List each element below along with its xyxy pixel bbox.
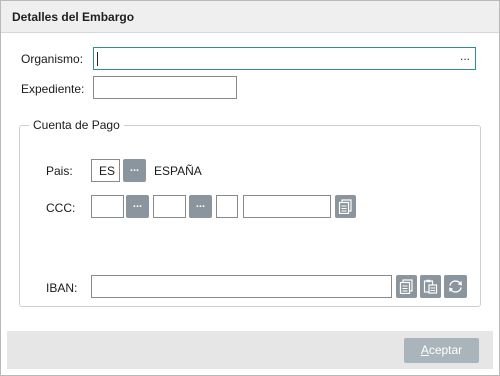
pais-code-value: ES: [99, 164, 116, 178]
cuenta-de-pago-legend: Cuenta de Pago: [29, 118, 124, 132]
expediente-label: Expediente:: [21, 82, 85, 96]
ccc-entidad-lookup-button[interactable]: ...: [126, 195, 149, 218]
iban-copy-button[interactable]: [396, 275, 417, 298]
ccc-oficina-input[interactable]: [153, 195, 186, 218]
iban-refresh-button[interactable]: [444, 275, 467, 298]
embargo-dialog: Detalles del Embargo Organismo: ... Expe…: [0, 0, 500, 376]
accept-mnemonic: A: [420, 343, 429, 357]
ccc-copy-button[interactable]: [335, 195, 356, 218]
pais-lookup-button[interactable]: ...: [123, 159, 146, 182]
copy-icon: [338, 199, 352, 214]
ccc-dc-input[interactable]: [216, 195, 238, 218]
refresh-icon: [449, 280, 462, 293]
organismo-more-button[interactable]: ...: [460, 49, 470, 63]
organismo-input[interactable]: ...: [93, 47, 476, 70]
pais-label: Pais:: [46, 164, 73, 178]
accept-label-rest: ceptar: [428, 343, 463, 357]
ccc-cuenta-input[interactable]: [243, 195, 331, 218]
paste-icon: [423, 279, 438, 294]
dialog-titlebar: Detalles del Embargo: [1, 1, 499, 33]
text-caret: [97, 52, 98, 66]
ccc-entidad-input[interactable]: [91, 195, 124, 218]
dialog-title: Detalles del Embargo: [12, 10, 135, 24]
iban-label: IBAN:: [46, 281, 78, 295]
pais-name: ESPAÑA: [154, 164, 202, 178]
ccc-label: CCC:: [46, 201, 76, 215]
organismo-label: Organismo:: [21, 52, 84, 66]
copy-icon: [399, 279, 413, 294]
pais-code-input[interactable]: ES: [91, 159, 120, 182]
ccc-oficina-lookup-button[interactable]: ...: [189, 195, 212, 218]
iban-input[interactable]: [91, 275, 392, 298]
expediente-input[interactable]: [93, 76, 237, 99]
accept-button[interactable]: Aceptar: [404, 338, 479, 363]
iban-paste-button[interactable]: [420, 275, 441, 298]
